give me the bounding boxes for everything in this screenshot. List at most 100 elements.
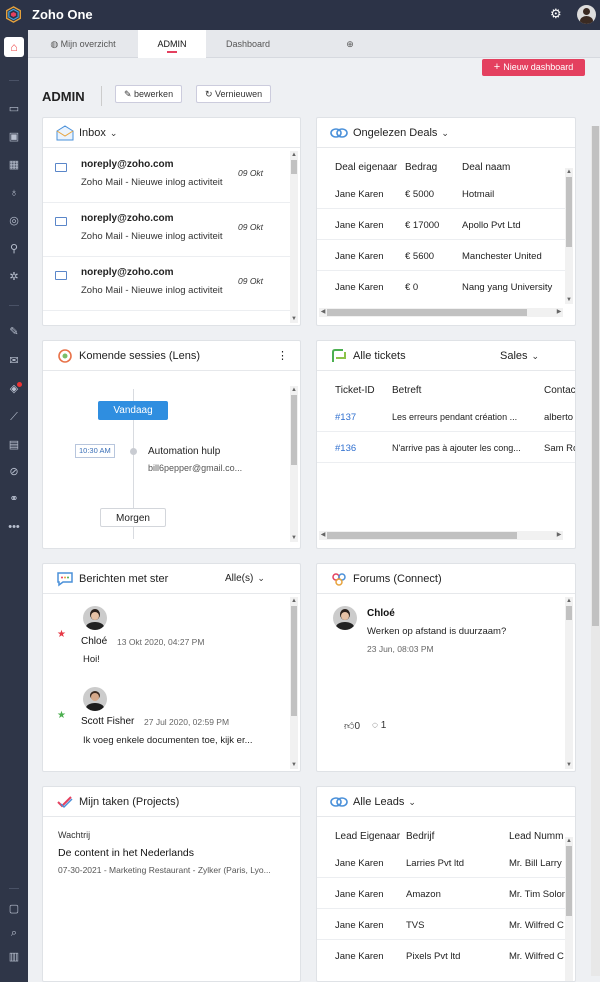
notes-icon[interactable]: ▢ [7, 902, 21, 916]
tab-mijn-overzicht[interactable]: ◍ Mijn overzicht [28, 30, 138, 58]
integrations-icon[interactable]: ⚭ [7, 492, 21, 506]
table-row[interactable]: #136 N'arrive pas à ajouter les cong... … [317, 432, 575, 463]
scrollbar-thumb[interactable] [291, 395, 297, 465]
post-text[interactable]: Werken op afstand is duurzaam? [367, 626, 506, 637]
widget-hscrollbar[interactable]: ◀ ▶ [319, 531, 563, 540]
page-scrollbar[interactable] [591, 126, 600, 976]
task-title[interactable]: De content in het Nederlands [58, 847, 194, 859]
gear-icon[interactable]: ⚙ [550, 7, 564, 21]
scroll-down-icon[interactable]: ▼ [290, 315, 298, 323]
analytics-icon[interactable]: ⟋ [7, 410, 21, 424]
refresh-button[interactable]: ↻ Vernieuwen [196, 85, 272, 103]
table-row[interactable]: Jane Karen € 0 Nang yang University [317, 271, 565, 302]
table-cell: Jane Karen [335, 951, 384, 962]
ticket-id-link[interactable]: #137 [335, 412, 356, 423]
deals-title[interactable]: Ongelezen Deals ⌄ [353, 127, 449, 139]
zoho-one-logo [6, 6, 21, 23]
widget-scrollbar[interactable]: ▲ ▼ [565, 168, 573, 304]
refresh-icon: ↻ [205, 89, 216, 99]
keyboard-icon[interactable]: ▥ [7, 950, 21, 964]
star-icon[interactable]: ★ [57, 629, 66, 640]
settings-app-icon[interactable]: ✲ [7, 270, 21, 284]
scroll-down-icon[interactable]: ▼ [565, 761, 573, 769]
widget-scrollbar[interactable]: ▲ ▼ [290, 151, 298, 323]
tickets-filter[interactable]: Sales ⌄ [500, 350, 539, 362]
scrollbar-thumb[interactable] [566, 177, 572, 247]
scrollbar-thumb[interactable] [327, 309, 527, 316]
scroll-down-icon[interactable]: ▼ [565, 296, 573, 304]
starred-filter[interactable]: Alle(s) ⌄ [225, 573, 265, 584]
widget-scrollbar[interactable]: ▲ ▼ [565, 597, 573, 769]
location-icon[interactable]: ⚲ [7, 242, 21, 256]
search-icon[interactable]: ⌕ [7, 926, 21, 940]
session-title[interactable]: Automation hulp [148, 446, 220, 457]
scrollbar-thumb[interactable] [327, 532, 517, 539]
people-icon[interactable]: ♁ [7, 186, 21, 200]
table-row[interactable]: Jane Karen € 17000 Apollo Pvt Ltd [317, 209, 565, 240]
user-avatar[interactable] [577, 5, 596, 24]
leads-widget: Alle Leads ⌄ Lead Eigenaar Bedrijf Lead N… [316, 786, 576, 982]
calendar-icon[interactable]: ▦ [7, 158, 21, 172]
star-icon[interactable]: ★ [57, 710, 66, 721]
widget-scrollbar[interactable]: ▲ [565, 837, 573, 981]
scroll-up-icon[interactable]: ▲ [290, 151, 298, 159]
scrollbar-thumb[interactable] [291, 160, 297, 174]
forms-icon[interactable]: ▤ [7, 438, 21, 452]
table-row[interactable]: Jane Karen Pixels Pvt ltd Mr. Wilfred C [317, 940, 565, 971]
list-item[interactable]: noreply@zoho.com Zoho Mail - Nieuwe inlo… [43, 149, 291, 203]
more-options-icon[interactable]: ⋮ [277, 349, 288, 362]
scroll-up-icon[interactable]: ▲ [565, 837, 573, 845]
mail-icon[interactable]: ✉ [7, 354, 21, 368]
scrollbar-thumb[interactable] [566, 606, 572, 620]
scroll-up-icon[interactable]: ▲ [290, 597, 298, 605]
crm-icon[interactable]: ◎ [7, 214, 21, 228]
scroll-up-icon[interactable]: ▲ [565, 597, 573, 605]
scroll-up-icon[interactable]: ▲ [290, 386, 298, 394]
home-icon[interactable]: ⌂ [4, 37, 24, 57]
table-cell: Nang yang University [462, 282, 553, 293]
table-row[interactable]: Jane Karen Amazon Mr. Tim Solon [317, 878, 565, 909]
comment-button[interactable]: ◌ 1 [372, 720, 386, 731]
scrollbar-thumb[interactable] [291, 606, 297, 716]
like-button[interactable]: 👍︎0 [344, 720, 360, 732]
widget-hscrollbar[interactable]: ◀ ▶ [319, 308, 563, 317]
message-text: Ik voeg enkele documenten toe, kijk er..… [83, 735, 253, 746]
chat-icon[interactable]: ▭ [7, 102, 21, 116]
inbox-icon[interactable]: ▣ [7, 130, 21, 144]
scroll-left-icon[interactable]: ◀ [319, 308, 327, 317]
table-cell: Mr. Wilfred C [509, 951, 564, 962]
flow-icon[interactable]: ⊘ [7, 465, 21, 479]
page-scrollbar-thumb[interactable] [592, 126, 599, 626]
table-row[interactable]: Jane Karen Larries Pvt ltd Mr. Bill Larr… [317, 847, 565, 878]
table-row[interactable]: Jane Karen € 5000 Hotmail [317, 178, 565, 209]
list-item[interactable]: noreply@zoho.com Zoho Mail - Nieuwe inlo… [43, 203, 291, 257]
more-icon[interactable]: ••• [7, 520, 21, 534]
scroll-up-icon[interactable]: ▲ [565, 168, 573, 176]
widget-scrollbar[interactable]: ▲ ▼ [290, 597, 298, 769]
tab-dashboard[interactable]: Dashboard [206, 30, 290, 58]
target-icon[interactable]: ◈ [7, 382, 21, 396]
list-item[interactable]: noreply@zoho.com Zoho Mail - Nieuwe inlo… [43, 257, 291, 311]
tab-admin[interactable]: ADMIN [138, 30, 206, 58]
table-cell: Jane Karen [335, 858, 384, 869]
table-row[interactable]: Jane Karen € 5600 Manchester United [317, 240, 565, 271]
widget-header: Berichten met ster Alle(s) ⌄ [43, 564, 300, 594]
lens-icon [58, 349, 72, 363]
table-row[interactable]: Jane Karen TVS Mr. Wilfred C [317, 909, 565, 940]
inbox-title[interactable]: Inbox ⌄ [79, 127, 117, 139]
scroll-down-icon[interactable]: ▼ [290, 534, 298, 542]
table-row[interactable]: #137 Les erreurs pendant création ... al… [317, 401, 575, 432]
leads-title[interactable]: Alle Leads ⌄ [353, 796, 416, 808]
scroll-right-icon[interactable]: ▶ [555, 531, 563, 540]
edit-button[interactable]: ✎ bewerken [115, 85, 183, 103]
new-dashboard-button[interactable]: + Nieuw dashboard [482, 59, 585, 76]
scroll-left-icon[interactable]: ◀ [319, 531, 327, 540]
add-tab-icon[interactable]: ⊕ [338, 30, 362, 58]
pen-icon[interactable]: ✎ [7, 325, 21, 339]
scroll-down-icon[interactable]: ▼ [290, 761, 298, 769]
title-divider [101, 86, 102, 106]
scroll-right-icon[interactable]: ▶ [555, 308, 563, 317]
ticket-id-link[interactable]: #136 [335, 443, 356, 454]
scrollbar-thumb[interactable] [566, 846, 572, 916]
widget-scrollbar[interactable]: ▲ ▼ [290, 386, 298, 542]
